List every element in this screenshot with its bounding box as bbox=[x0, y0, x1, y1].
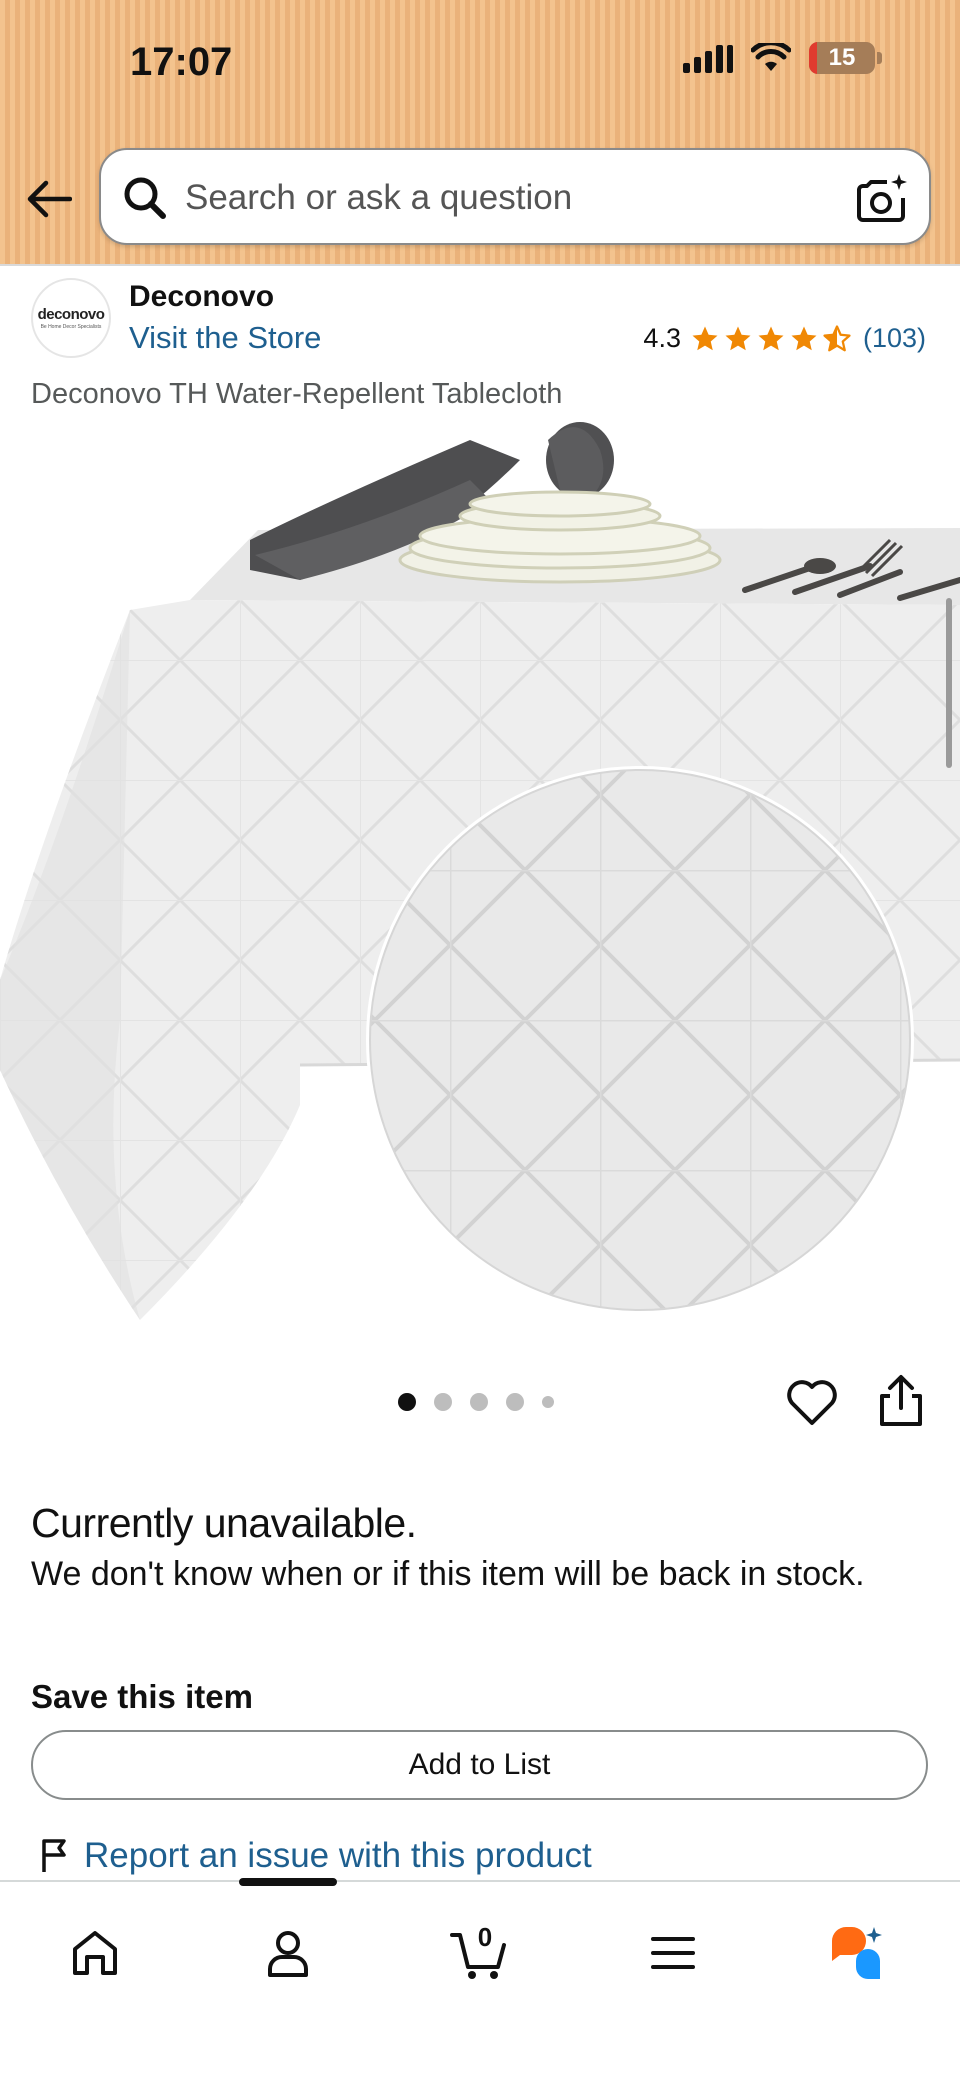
search-bar[interactable] bbox=[99, 148, 931, 245]
nav-menu[interactable] bbox=[638, 1918, 708, 1988]
nav-rufus[interactable] bbox=[823, 1918, 893, 1988]
availability-message: We don't know when or if this item will … bbox=[31, 1555, 865, 1593]
rating-value: 4.3 bbox=[643, 323, 681, 353]
store-logo-text: deconovo bbox=[37, 306, 105, 323]
nav-cart[interactable]: 0 bbox=[445, 1918, 515, 1988]
bottom-nav: 0 bbox=[0, 1878, 960, 2081]
heart-icon[interactable] bbox=[786, 1377, 838, 1427]
product-title: Deconovo TH Water-Repellent Tablecloth bbox=[31, 378, 563, 410]
wifi-icon bbox=[751, 43, 791, 71]
nav-account[interactable] bbox=[253, 1918, 323, 1988]
store-logo-subtext: Be Home Decor Specialists bbox=[40, 324, 102, 330]
menu-icon bbox=[651, 1937, 695, 1969]
battery-icon: 15 bbox=[809, 42, 875, 74]
brand-name: Deconovo bbox=[129, 280, 275, 313]
share-icon[interactable] bbox=[876, 1374, 926, 1428]
rating-count: (103) bbox=[862, 323, 926, 353]
star-icon bbox=[692, 326, 718, 350]
star-rating bbox=[689, 324, 853, 354]
back-button[interactable] bbox=[22, 174, 76, 224]
back-arrow-icon bbox=[27, 180, 72, 218]
nav-home[interactable] bbox=[60, 1918, 130, 1988]
battery-nub bbox=[877, 52, 882, 64]
rating-summary[interactable]: 4.3 (103) bbox=[643, 323, 926, 354]
search-input[interactable] bbox=[185, 170, 785, 226]
status-time: 17:07 bbox=[130, 40, 233, 84]
top-bar: 17:07 15 bbox=[0, 0, 960, 266]
carousel-dot[interactable] bbox=[506, 1393, 524, 1411]
carousel-dot[interactable] bbox=[434, 1393, 452, 1411]
carousel-dot[interactable] bbox=[470, 1393, 488, 1411]
store-logo[interactable]: deconovo Be Home Decor Specialists bbox=[31, 278, 111, 358]
rufus-icon bbox=[832, 1927, 882, 1979]
product-image[interactable] bbox=[0, 420, 960, 1340]
active-tab-indicator bbox=[239, 1878, 337, 1886]
save-item-heading: Save this item bbox=[31, 1678, 253, 1715]
status-icons: 15 bbox=[683, 42, 882, 74]
availability-title: Currently unavailable. bbox=[31, 1500, 417, 1546]
add-to-list-button[interactable]: Add to List bbox=[31, 1730, 928, 1800]
image-scrollbar[interactable] bbox=[946, 598, 952, 768]
carousel-dots[interactable] bbox=[398, 1393, 554, 1411]
home-icon bbox=[73, 1931, 117, 1975]
visit-store-link[interactable]: Visit the Store bbox=[129, 320, 321, 356]
carousel-dot[interactable] bbox=[542, 1396, 554, 1408]
star-icon bbox=[758, 326, 784, 350]
flag-icon bbox=[42, 1839, 66, 1872]
report-issue-row[interactable]: Report an issue with this product bbox=[40, 1836, 592, 1876]
signal-icon bbox=[683, 43, 733, 73]
half-star-icon bbox=[823, 324, 851, 351]
camera-lens-icon[interactable] bbox=[857, 172, 909, 224]
cart-count: 0 bbox=[477, 1922, 493, 1952]
star-icon bbox=[725, 326, 751, 350]
carousel-dot[interactable] bbox=[398, 1393, 416, 1411]
account-icon bbox=[268, 1931, 308, 1977]
search-icon bbox=[124, 177, 166, 219]
report-issue-link[interactable]: Report an issue with this product bbox=[84, 1836, 592, 1876]
battery-level: 15 bbox=[828, 44, 856, 71]
star-icon bbox=[791, 326, 817, 350]
